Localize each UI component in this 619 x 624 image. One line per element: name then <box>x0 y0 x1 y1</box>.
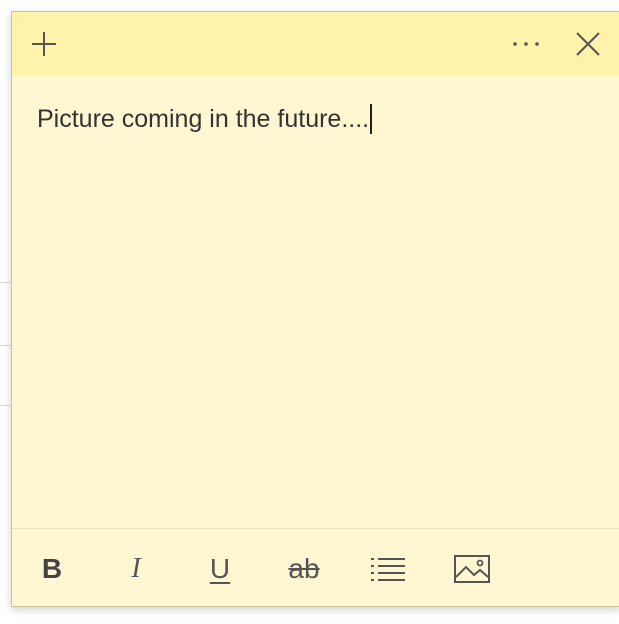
note-text-line[interactable]: Picture coming in the future.... <box>37 104 373 134</box>
text-caret <box>370 104 373 134</box>
italic-button[interactable]: I <box>114 547 158 591</box>
note-editor[interactable]: Picture coming in the future.... <box>12 76 619 528</box>
bullet-list-icon <box>371 558 405 581</box>
note-text: Picture coming in the future.... <box>37 105 370 133</box>
underline-label: U <box>209 553 231 584</box>
sticky-note-window: Picture coming in the future.... B I U a… <box>11 11 619 607</box>
more-horizontal-icon <box>513 42 539 46</box>
underline-button[interactable]: U <box>198 547 242 591</box>
insert-image-button[interactable] <box>450 547 494 591</box>
plus-icon <box>32 32 56 56</box>
strikethrough-button[interactable]: ab <box>282 547 326 591</box>
bullet-list-button[interactable] <box>366 547 410 591</box>
italic-label: I <box>131 553 141 584</box>
strikethrough-label: ab <box>288 553 320 584</box>
close-button[interactable] <box>560 12 616 76</box>
title-bar[interactable] <box>12 12 619 76</box>
bold-label: B <box>41 553 63 584</box>
image-icon <box>454 555 490 583</box>
menu-button[interactable] <box>498 12 554 76</box>
formatting-toolbar: B I U ab <box>12 528 619 606</box>
bold-button[interactable]: B <box>30 547 74 591</box>
close-icon <box>576 32 600 56</box>
new-note-button[interactable] <box>16 12 72 76</box>
